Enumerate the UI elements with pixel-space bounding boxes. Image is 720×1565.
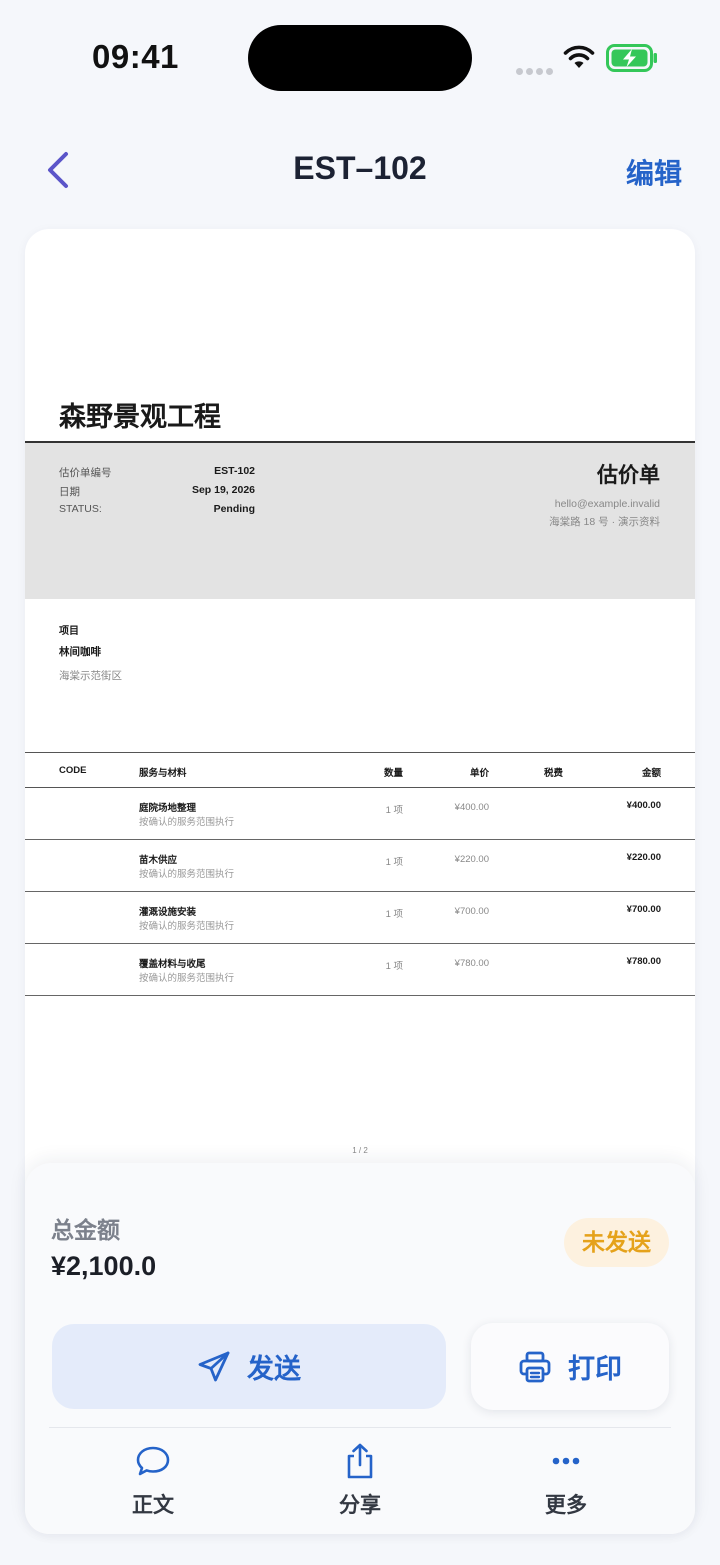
- send-button-label: 发送: [247, 1354, 301, 1384]
- item-amount: ¥400.00: [626, 800, 661, 811]
- item-unit-price: ¥400.00: [454, 802, 489, 813]
- project-label: 项目: [59, 626, 79, 637]
- page-title: EST–102: [293, 150, 427, 186]
- table-row: 覆盖材料与收尾 按确认的服务范围执行 1 项 ¥780.00 ¥780.00: [25, 944, 695, 996]
- column-header-tax: 税费: [543, 768, 563, 779]
- item-note: 按确认的服务范围执行: [139, 973, 235, 984]
- cellular-signal-icon: [516, 62, 556, 80]
- wifi-icon: [563, 45, 595, 68]
- total-amount: ¥2,100.0: [51, 1251, 157, 1281]
- meta-value: Pending: [213, 503, 255, 515]
- share-icon: [347, 1443, 373, 1479]
- divider: [49, 1427, 671, 1428]
- table-row: 庭院场地整理 按确认的服务范围执行 1 项 ¥400.00 ¥400.00: [25, 788, 695, 840]
- action-sheet: 总金额 ¥2,100.0 未发送 发送 打印 正文 分享 更多: [25, 1163, 695, 1534]
- meta-row: STATUS: Pending: [59, 503, 255, 515]
- dynamic-island: [248, 25, 472, 91]
- contact-address: 海棠路 18 号 · 演示资料: [549, 516, 660, 528]
- meta-label: 日期: [59, 486, 80, 498]
- document-type: 估价单: [597, 464, 660, 487]
- meta-row: 日期 Sep 19, 2026: [59, 484, 255, 499]
- send-button[interactable]: 发送: [52, 1324, 446, 1409]
- item-amount: ¥700.00: [626, 904, 661, 915]
- company-name: 森野景观工程: [59, 402, 221, 432]
- tab-label: 正文: [132, 1494, 174, 1517]
- item-note: 按确认的服务范围执行: [139, 817, 235, 828]
- page-indicator: 1 / 2: [352, 1146, 368, 1155]
- item-quantity: 1 项: [385, 909, 403, 920]
- divider: [25, 752, 695, 753]
- item-unit-price: ¥780.00: [454, 958, 489, 969]
- column-header-code: CODE: [59, 765, 87, 776]
- item-unit-price: ¥700.00: [454, 906, 489, 917]
- print-button[interactable]: 打印: [471, 1323, 669, 1410]
- project-location: 海棠示范街区: [59, 670, 122, 682]
- column-header-description: 服务与材料: [139, 768, 187, 779]
- item-unit-price: ¥220.00: [454, 854, 489, 865]
- item-quantity: 1 项: [385, 805, 403, 816]
- item-note: 按确认的服务范围执行: [139, 921, 235, 932]
- edit-button[interactable]: 编辑: [626, 152, 682, 192]
- item-quantity: 1 项: [385, 857, 403, 868]
- meta-label: STATUS:: [59, 503, 102, 515]
- table-header: CODE 服务与材料 数量 单价 税费 金额: [25, 765, 695, 779]
- tab-share[interactable]: 分享: [300, 1441, 420, 1519]
- item-name: 覆盖材料与收尾: [139, 959, 206, 970]
- contact-email: hello@example.invalid: [554, 498, 660, 510]
- column-header-unit-price: 单价: [469, 768, 489, 779]
- item-name: 庭院场地整理: [139, 803, 197, 814]
- meta-row: 估价单编号 EST-102: [59, 465, 255, 480]
- tab-label: 更多: [545, 1494, 587, 1517]
- tab-more[interactable]: 更多: [506, 1441, 626, 1519]
- tab-body[interactable]: 正文: [93, 1441, 213, 1519]
- item-name: 苗木供应: [139, 855, 178, 866]
- item-amount: ¥220.00: [626, 852, 661, 863]
- table-row: 苗木供应 按确认的服务范围执行 1 项 ¥220.00 ¥220.00: [25, 840, 695, 892]
- meta-value: EST-102: [214, 465, 255, 477]
- chat-bubble-icon: [136, 1446, 170, 1476]
- meta-label: 估价单编号: [59, 467, 112, 479]
- more-icon: [552, 1457, 580, 1465]
- item-name: 灌溉设施安装: [139, 907, 197, 918]
- meta-value: Sep 19, 2026: [191, 484, 255, 496]
- table-row: 灌溉设施安装 按确认的服务范围执行 1 项 ¥700.00 ¥700.00: [25, 892, 695, 944]
- project-name: 林间咖啡: [59, 646, 101, 658]
- navigation-bar: EST–102 编辑: [0, 140, 720, 200]
- column-header-amount: 金额: [641, 768, 661, 779]
- status-time: 09:41: [92, 38, 179, 75]
- item-note: 按确认的服务范围执行: [139, 869, 235, 880]
- total-label: 总金额: [51, 1217, 120, 1243]
- column-header-quantity: 数量: [383, 768, 403, 779]
- status-badge: 未发送: [564, 1218, 669, 1267]
- print-button-label: 打印: [568, 1354, 622, 1384]
- item-amount: ¥780.00: [626, 956, 661, 967]
- tab-label: 分享: [339, 1494, 381, 1517]
- paper-plane-icon: [198, 1351, 230, 1381]
- status-bar: 09:41: [0, 0, 720, 110]
- battery-icon: [606, 44, 657, 72]
- item-quantity: 1 项: [385, 961, 403, 972]
- printer-icon: [519, 1351, 551, 1382]
